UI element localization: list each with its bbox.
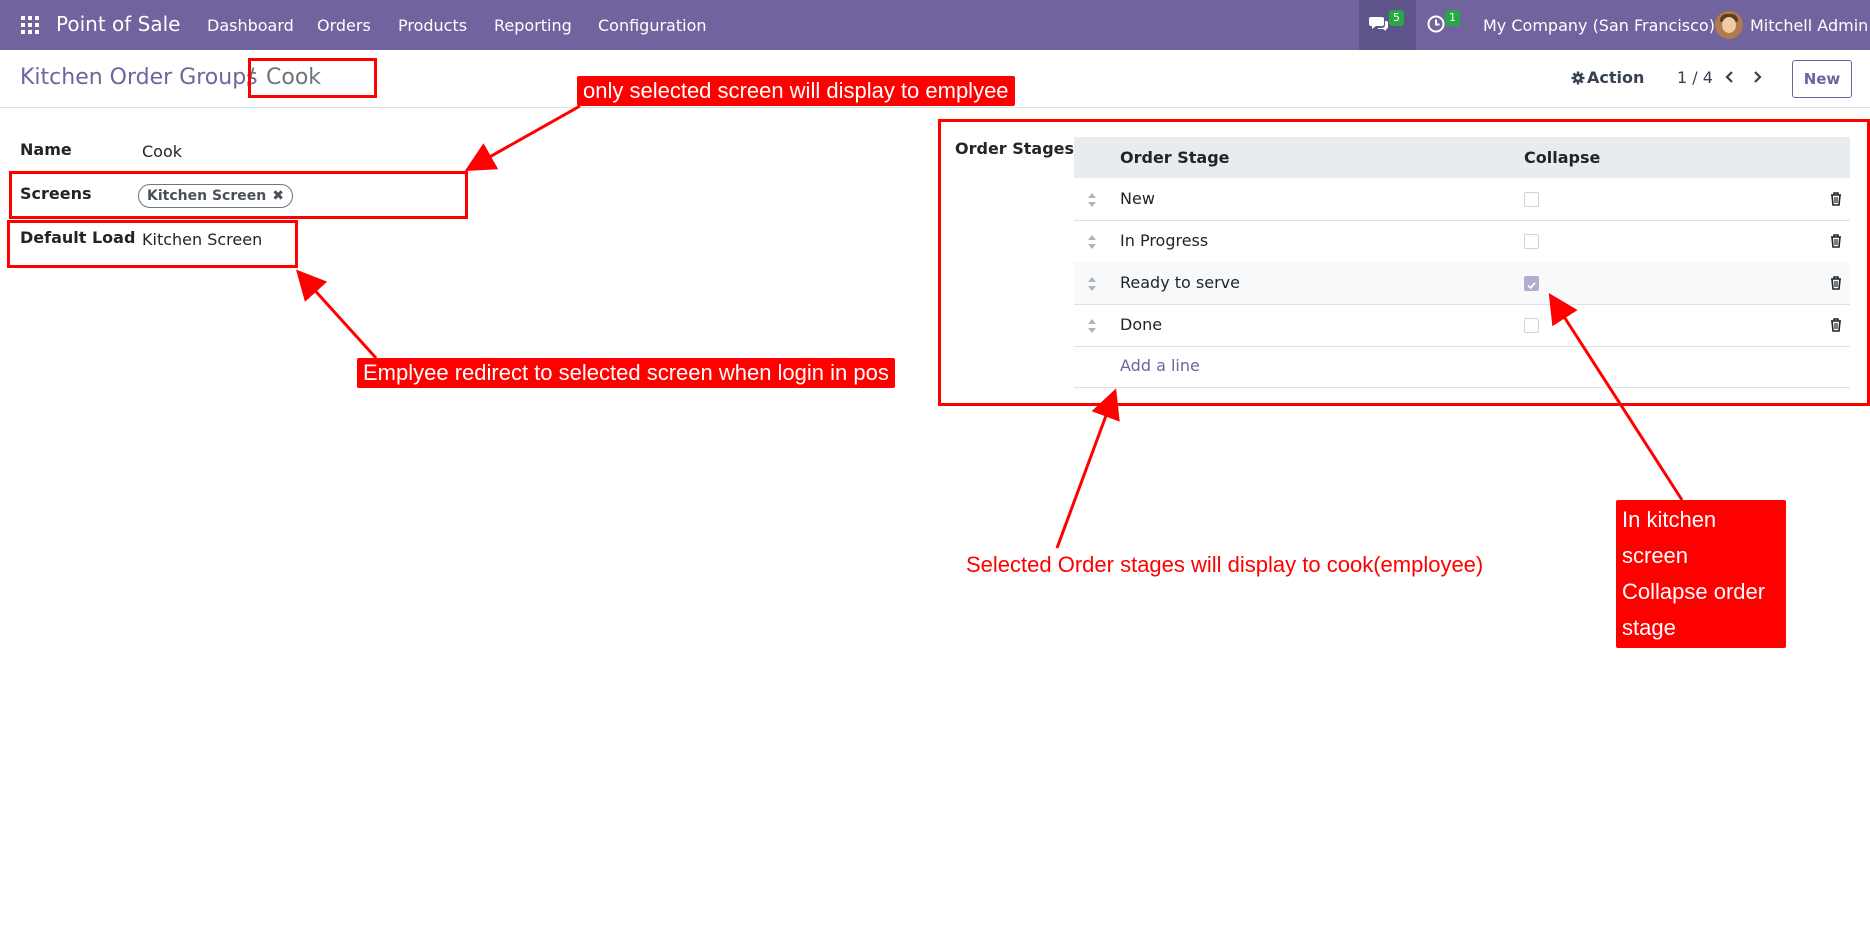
arrow-to-stages xyxy=(1055,388,1120,549)
arrow-to-screens xyxy=(464,104,581,171)
annotation-screen-note: only selected screen will display to emp… xyxy=(577,76,1015,106)
pager-value[interactable]: 1 / 4 xyxy=(1677,68,1713,87)
arrow-to-default-load xyxy=(295,269,378,360)
action-button[interactable]: Action xyxy=(1569,68,1644,87)
chevron-right-icon[interactable] xyxy=(1750,70,1764,84)
menu-orders[interactable]: Orders xyxy=(317,16,371,35)
annotation-box-default-load xyxy=(7,220,298,268)
new-button[interactable]: New xyxy=(1792,60,1852,98)
annotation-redirect-note: Emplyee redirect to selected screen when… xyxy=(357,358,895,388)
chat-icon[interactable] xyxy=(1369,16,1389,32)
user-menu[interactable]: Mitchell Admin xyxy=(1750,16,1868,35)
annotation-collapse-line-1: In kitchen screen xyxy=(1622,507,1717,568)
apps-menu-icon[interactable] xyxy=(21,16,39,34)
clock-icon[interactable] xyxy=(1427,15,1445,33)
menu-products[interactable]: Products xyxy=(398,16,467,35)
annotation-stages-note: Selected Order stages will display to co… xyxy=(966,552,1484,577)
annotation-box-order-stages xyxy=(938,119,1870,406)
menu-configuration[interactable]: Configuration xyxy=(598,16,707,35)
annotation-box-screens xyxy=(9,171,468,219)
menu-dashboard[interactable]: Dashboard xyxy=(207,16,294,35)
name-field[interactable]: Cook xyxy=(142,142,182,161)
annotation-box-breadcrumb xyxy=(248,58,377,98)
avatar[interactable] xyxy=(1715,11,1743,39)
annotation-collapse-note: In kitchen screen Collapse order stage xyxy=(1616,500,1786,648)
activity-count-badge: 1 xyxy=(1445,10,1460,26)
app-brand[interactable]: Point of Sale xyxy=(56,12,180,36)
chevron-left-icon[interactable] xyxy=(1723,70,1737,84)
annotation-collapse-line-2: Collapse order stage xyxy=(1622,579,1766,640)
name-label: Name xyxy=(20,140,72,159)
breadcrumb-parent[interactable]: Kitchen Order Groups xyxy=(20,65,258,90)
menu-reporting[interactable]: Reporting xyxy=(494,16,572,35)
top-navbar: Point of Sale Dashboard Orders Products … xyxy=(0,0,1870,50)
company-switcher[interactable]: My Company (San Francisco) xyxy=(1483,16,1715,35)
chat-count-badge: 5 xyxy=(1389,10,1404,26)
